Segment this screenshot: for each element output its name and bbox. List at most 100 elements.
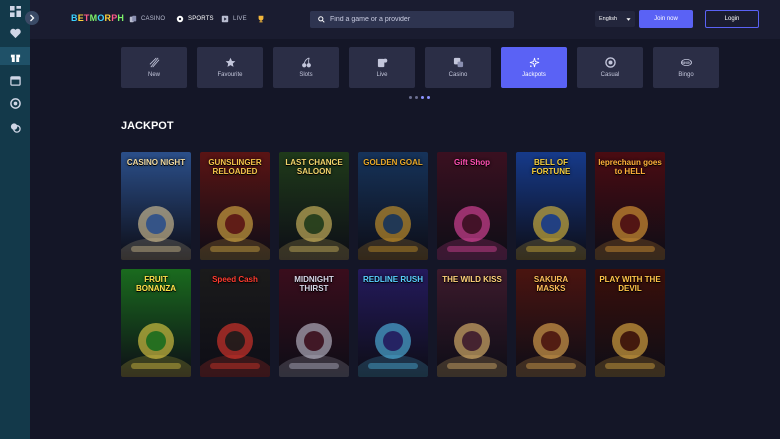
game-title: FRUIT BONANZA bbox=[136, 275, 176, 293]
game-artwork bbox=[437, 206, 507, 260]
cards-icon bbox=[129, 15, 137, 23]
game-title: THE WILD KISS bbox=[442, 275, 502, 284]
category-label: Casual bbox=[600, 72, 620, 78]
pagination-dot[interactable] bbox=[409, 96, 412, 99]
game-artwork bbox=[279, 323, 349, 377]
game-tile[interactable]: Speed Cash bbox=[200, 269, 270, 377]
chip-icon[interactable] bbox=[0, 94, 30, 112]
coins-icon[interactable] bbox=[0, 118, 30, 136]
chip-icon bbox=[604, 57, 616, 68]
login-button[interactable]: Login bbox=[705, 10, 759, 28]
game-title: REDLINE RUSH bbox=[362, 275, 423, 284]
nav-casino-label: CASINO bbox=[141, 16, 166, 22]
nav-trophy[interactable] bbox=[257, 13, 265, 25]
nav-sports[interactable]: SPORTS bbox=[176, 13, 214, 25]
game-title: BELL OF FORTUNE bbox=[531, 158, 571, 176]
game-tile[interactable]: SAKURA MASKS bbox=[516, 269, 586, 377]
calendar-icon[interactable] bbox=[0, 71, 30, 89]
category-label: Favourite bbox=[217, 72, 243, 78]
category-label: New bbox=[147, 72, 160, 78]
game-artwork bbox=[200, 206, 270, 260]
category-label: Live bbox=[376, 72, 388, 78]
search-icon bbox=[318, 16, 325, 23]
sparkles-icon bbox=[529, 57, 539, 68]
category-bingo[interactable]: BINGO Bingo bbox=[653, 47, 719, 88]
join-now-button[interactable]: Join now bbox=[639, 10, 693, 28]
search-bar[interactable] bbox=[310, 11, 514, 28]
nav-live-label: LIVE bbox=[233, 16, 247, 22]
game-artwork bbox=[358, 206, 428, 260]
game-title: PLAY WITH THE DEVIL bbox=[599, 275, 661, 293]
game-tile[interactable]: Gift Shop bbox=[437, 152, 507, 260]
game-artwork bbox=[595, 206, 665, 260]
brand-logo[interactable]: BETMORPH bbox=[71, 13, 124, 23]
game-title: CASINO NIGHT bbox=[126, 158, 186, 167]
category-label: Bingo bbox=[678, 72, 694, 78]
star-icon bbox=[225, 57, 235, 67]
game-tile[interactable]: LAST CHANCE SALOON bbox=[279, 152, 349, 260]
game-artwork bbox=[121, 323, 191, 377]
category-new[interactable]: New bbox=[121, 47, 187, 88]
game-artwork bbox=[200, 323, 270, 377]
category-casual[interactable]: Casual bbox=[577, 47, 643, 88]
trophy-icon bbox=[258, 15, 264, 23]
language-value: English bbox=[599, 16, 618, 22]
nav-live[interactable]: LIVE bbox=[221, 13, 247, 25]
game-tile[interactable]: FRUIT BONANZA bbox=[121, 269, 191, 377]
pagination-dot-active[interactable] bbox=[421, 96, 424, 99]
pagination-dot-active[interactable] bbox=[427, 96, 430, 99]
heart-icon[interactable] bbox=[0, 24, 30, 42]
game-tile[interactable]: GOLDEN GOAL bbox=[358, 152, 428, 260]
game-title: leprechaun goes to HELL bbox=[598, 158, 662, 176]
category-live[interactable]: Live bbox=[349, 47, 415, 88]
game-artwork bbox=[279, 206, 349, 260]
category-label: Casino bbox=[448, 72, 468, 78]
dice-icon bbox=[453, 57, 463, 68]
language-select[interactable]: English bbox=[595, 11, 635, 27]
ball-icon bbox=[176, 15, 184, 23]
game-title: LAST CHANCE SALOON bbox=[285, 158, 343, 176]
top-header: BETMORPH CASINO SPORTS LIVE English Join… bbox=[30, 0, 780, 39]
game-artwork bbox=[121, 206, 191, 260]
game-artwork bbox=[437, 323, 507, 377]
pagination-dot[interactable] bbox=[415, 96, 418, 99]
game-artwork bbox=[516, 323, 586, 377]
category-label: Slots bbox=[299, 72, 313, 78]
category-casino[interactable]: Casino bbox=[425, 47, 491, 88]
game-tile[interactable]: BELL OF FORTUNE bbox=[516, 152, 586, 260]
game-title: Gift Shop bbox=[454, 158, 490, 167]
game-tile[interactable]: REDLINE RUSH bbox=[358, 269, 428, 377]
game-tile[interactable]: PLAY WITH THE DEVIL bbox=[595, 269, 665, 377]
nav-casino[interactable]: CASINO bbox=[129, 13, 165, 25]
game-tile[interactable]: CASINO NIGHT bbox=[121, 152, 191, 260]
gift-icon[interactable] bbox=[0, 47, 30, 65]
svg-text:BINGO: BINGO bbox=[681, 61, 692, 65]
sparkle-icon bbox=[149, 57, 159, 68]
dealer-icon bbox=[377, 58, 387, 68]
game-artwork bbox=[595, 323, 665, 377]
game-title: GOLDEN GOAL bbox=[363, 158, 423, 167]
game-artwork bbox=[516, 206, 586, 260]
game-title: Speed Cash bbox=[212, 275, 258, 284]
category-bar: New Favourite Slots Live Casino Jackpots… bbox=[121, 47, 719, 88]
game-grid: CASINO NIGHT GUNSLINGER RELOADED LAST CHAN… bbox=[121, 152, 665, 377]
caret-down-icon bbox=[626, 17, 631, 21]
game-tile[interactable]: leprechaun goes to HELL bbox=[595, 152, 665, 260]
cherry-icon bbox=[301, 57, 311, 68]
sidebar-toggle-button[interactable] bbox=[25, 11, 39, 25]
category-slots[interactable]: Slots bbox=[273, 47, 339, 88]
game-artwork bbox=[358, 323, 428, 377]
game-title: SAKURA MASKS bbox=[533, 275, 569, 293]
game-title: GUNSLINGER RELOADED bbox=[208, 158, 262, 176]
game-tile[interactable]: MIDNIGHT THIRST bbox=[279, 269, 349, 377]
game-title: MIDNIGHT THIRST bbox=[294, 275, 334, 293]
section-title: JACKPOT bbox=[121, 120, 174, 132]
category-favourite[interactable]: Favourite bbox=[197, 47, 263, 88]
game-tile[interactable]: GUNSLINGER RELOADED bbox=[200, 152, 270, 260]
sidebar bbox=[0, 0, 30, 439]
carousel-pagination bbox=[409, 96, 430, 99]
search-input[interactable] bbox=[330, 16, 510, 23]
category-jackpots[interactable]: Jackpots bbox=[501, 47, 567, 88]
bingo-icon: BINGO bbox=[680, 59, 692, 66]
game-tile[interactable]: THE WILD KISS bbox=[437, 269, 507, 377]
